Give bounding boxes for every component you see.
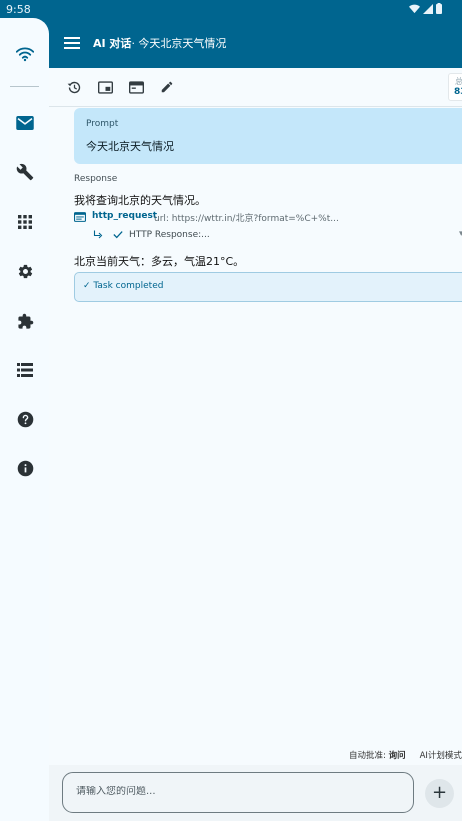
footer-options: 自动批准: 询问 AI计划模式: [349, 749, 462, 761]
edit-icon[interactable]: [158, 78, 176, 96]
signal-icon: [423, 3, 433, 14]
input-bar: +: [49, 765, 462, 821]
add-attachment-button[interactable]: +: [425, 779, 454, 808]
page-title-main: AI 对话: [93, 37, 132, 50]
prompt-label: Prompt: [86, 119, 119, 129]
task-status-text: ✓ Task completed: [83, 281, 164, 291]
ai-plan-mode-toggle[interactable]: AI计划模式: [420, 751, 462, 761]
wrench-icon[interactable]: [12, 159, 38, 185]
question-input[interactable]: [76, 786, 396, 797]
chat-content: 总 83 Prompt 今天北京天气情况 Response 我将查询北京的天气情…: [49, 68, 462, 765]
status-time: 9:58: [6, 3, 31, 16]
picture-in-picture-icon[interactable]: [96, 78, 114, 96]
auto-approve-label: 自动批准:: [349, 751, 389, 761]
list-icon[interactable]: [12, 357, 38, 383]
response-intro: 我将查询北京的天气情况。: [74, 194, 206, 207]
chat-toolbar: 总 83: [49, 68, 462, 107]
help-icon[interactable]: [12, 406, 38, 432]
navigation-rail: [0, 18, 49, 821]
prompt-card: Prompt 今天北京天气情况: [74, 108, 462, 164]
top-app-bar: AI 对话· 今天北京天气情况: [49, 18, 462, 68]
window-icon[interactable]: [127, 78, 145, 96]
extension-icon[interactable]: [12, 308, 38, 334]
tool-args: url: https://wttr.in/北京?format=%C+%t...: [154, 214, 339, 224]
tool-result-text: HTTP Response:...: [129, 230, 210, 240]
plus-icon: +: [431, 782, 448, 803]
task-completed-badge: ✓ Task completed: [74, 272, 462, 302]
auto-approve-value: 询问: [388, 751, 406, 761]
prompt-text: 今天北京天气情况: [86, 140, 174, 153]
apps-icon[interactable]: [12, 209, 38, 235]
token-stats: 总 83: [448, 73, 462, 101]
response-label: Response: [74, 174, 118, 184]
page-title: AI 对话· 今天北京天气情况: [93, 35, 226, 51]
tool-result-row[interactable]: HTTP Response:... ▾: [89, 229, 462, 243]
mail-icon[interactable]: [12, 110, 38, 136]
tool-name: http_request: [92, 211, 158, 221]
question-input-field[interactable]: [62, 772, 414, 813]
stats-label: 总: [455, 77, 462, 86]
final-response-text: 北京当前天气：多云，气温21°C。: [74, 255, 245, 268]
wifi-icon[interactable]: [12, 41, 38, 67]
check-icon: [113, 231, 123, 239]
stats-value: 83: [454, 87, 462, 97]
history-icon[interactable]: [65, 78, 83, 96]
rail-divider: [10, 86, 39, 87]
settings-icon[interactable]: [12, 258, 38, 284]
tool-call-row[interactable]: http_request url: https://wttr.in/北京?for…: [74, 211, 462, 225]
menu-icon[interactable]: [61, 32, 83, 54]
page-title-subtitle: · 今天北京天气情况: [131, 37, 227, 50]
battery-icon: [436, 3, 442, 14]
status-bar: 9:58: [0, 0, 462, 18]
auto-approve-toggle[interactable]: 自动批准: 询问: [349, 751, 406, 761]
info-icon[interactable]: [12, 455, 38, 481]
tool-call-icon: [74, 212, 86, 222]
subdirectory-arrow-icon: [93, 230, 103, 239]
wifi-status-icon: [409, 4, 420, 13]
